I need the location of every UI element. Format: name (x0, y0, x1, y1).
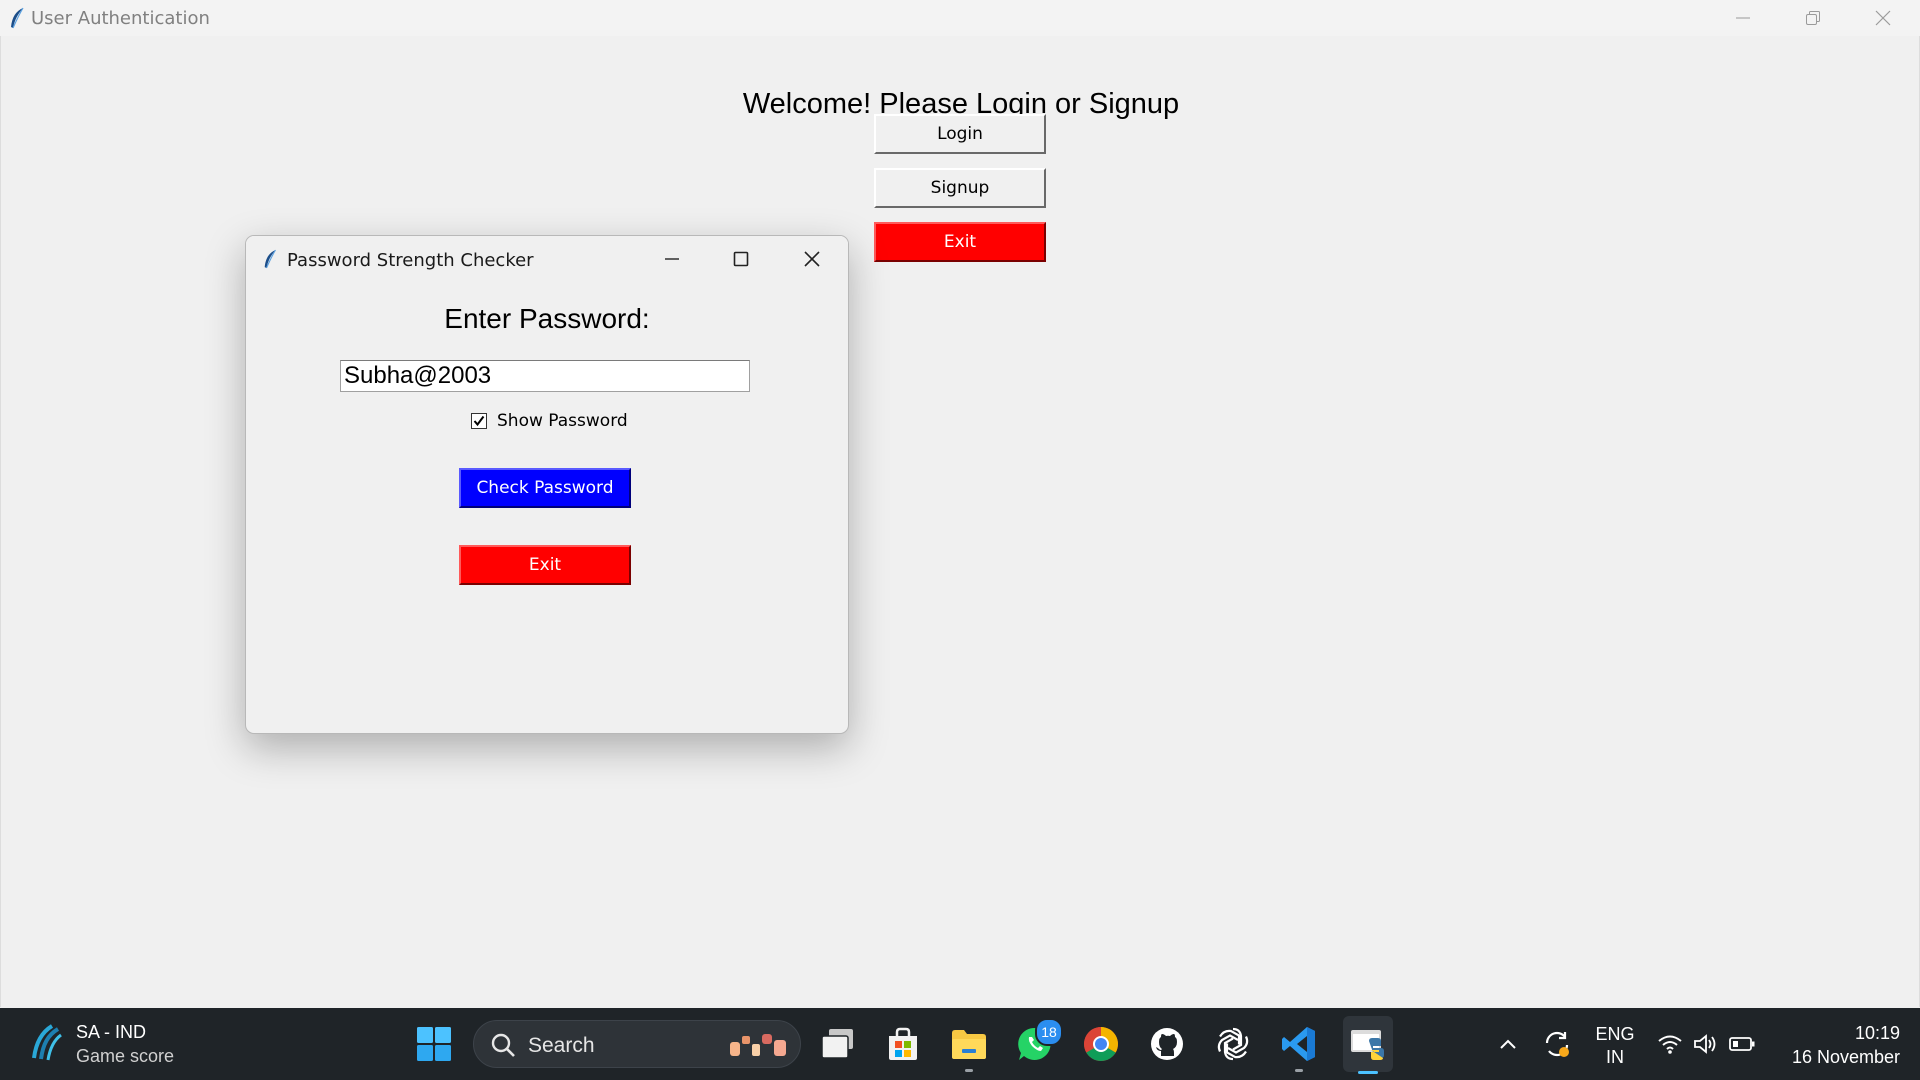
dialog-close-button[interactable] (782, 236, 842, 282)
sync-icon (1545, 1031, 1569, 1057)
start-button[interactable] (412, 1022, 456, 1066)
close-icon (1875, 10, 1891, 26)
search-highlight-icon (730, 1034, 786, 1056)
dialog-exit-button[interactable]: Exit (459, 545, 631, 585)
search-label: Search (528, 1034, 595, 1057)
chatgpt-button[interactable] (1211, 1022, 1255, 1066)
battery-tray[interactable] (1724, 1022, 1760, 1066)
dialog-titlebar: Password Strength Checker (246, 236, 848, 282)
feather-icon (264, 249, 276, 269)
chevron-up-icon (1500, 1039, 1516, 1049)
taskbar-search[interactable]: Search (473, 1020, 801, 1068)
main-window-title: User Authentication (31, 8, 210, 29)
dialog-maximize-button[interactable] (711, 236, 771, 282)
github-icon (1151, 1028, 1183, 1060)
minimize-icon (665, 258, 679, 260)
password-input[interactable] (340, 360, 750, 392)
weather-line2: Game score (76, 1046, 175, 1066)
store-icon (889, 1027, 917, 1060)
language-line1[interactable]: ENG (1593, 1024, 1637, 1045)
dialog-minimize-button[interactable] (642, 236, 702, 282)
task-view-icon (821, 1029, 853, 1059)
store-button[interactable] (881, 1022, 925, 1066)
minimize-icon (1736, 17, 1750, 19)
weather-line1: SA - IND (76, 1022, 147, 1042)
feather-icon (11, 7, 24, 29)
python-idle-button[interactable] (1343, 1016, 1393, 1074)
show-password-checkbox[interactable] (471, 413, 487, 429)
close-button[interactable] (1848, 0, 1918, 36)
login-button[interactable]: Login (874, 114, 1046, 154)
main-window-titlebar: User Authentication (0, 0, 1920, 37)
whatsapp-badge: 18 (1035, 1018, 1063, 1046)
file-explorer-button[interactable] (947, 1022, 991, 1072)
chrome-button[interactable] (1079, 1022, 1123, 1066)
battery-icon (1729, 1037, 1755, 1051)
running-indicator (1295, 1069, 1303, 1072)
show-hidden-icons-button[interactable] (1488, 1022, 1528, 1066)
wifi-icon (1658, 1035, 1682, 1054)
show-password-toggle[interactable]: Show Password (471, 410, 628, 432)
clock-time[interactable]: 10:19 (1772, 1023, 1900, 1044)
enter-password-label: Enter Password: (444, 303, 650, 334)
vscode-icon (1282, 1027, 1315, 1061)
cricket-icon (32, 1024, 62, 1061)
file-explorer-icon (952, 1030, 986, 1059)
minimize-button[interactable] (1708, 0, 1778, 36)
search-icon (491, 1033, 515, 1057)
restore-button[interactable] (1778, 0, 1848, 36)
dialog-title: Password Strength Checker (287, 250, 534, 271)
wifi-tray[interactable] (1652, 1022, 1688, 1066)
password-checker-dialog: Password Strength Checker Enter Password… (245, 235, 849, 734)
windows-start-icon (417, 1027, 451, 1061)
clock-date[interactable]: 16 November (1772, 1047, 1900, 1068)
main-exit-button[interactable]: Exit (874, 222, 1046, 262)
chatgpt-icon (1217, 1027, 1249, 1061)
check-password-button[interactable]: Check Password (459, 468, 631, 508)
volume-tray[interactable] (1688, 1022, 1724, 1066)
whatsapp-button[interactable]: 18 (1013, 1018, 1063, 1066)
maximize-icon (733, 251, 749, 267)
language-line2[interactable]: IN (1593, 1047, 1637, 1068)
restore-icon (1806, 11, 1820, 25)
running-indicator (965, 1069, 973, 1072)
sync-tray-button[interactable] (1535, 1022, 1579, 1066)
active-indicator (1358, 1071, 1378, 1074)
task-view-button[interactable] (816, 1022, 860, 1066)
show-password-label: Show Password (497, 411, 628, 431)
python-idle-icon (1351, 1030, 1384, 1060)
close-icon (804, 251, 820, 267)
github-button[interactable] (1145, 1022, 1189, 1066)
taskbar: SA - IND Game score Search 18 ENG IN 10:… (0, 1008, 1920, 1080)
signup-button[interactable]: Signup (874, 168, 1046, 208)
vscode-button[interactable] (1277, 1022, 1321, 1072)
checkmark-icon (473, 415, 485, 427)
chrome-icon (1084, 1027, 1118, 1061)
volume-icon (1694, 1034, 1716, 1054)
